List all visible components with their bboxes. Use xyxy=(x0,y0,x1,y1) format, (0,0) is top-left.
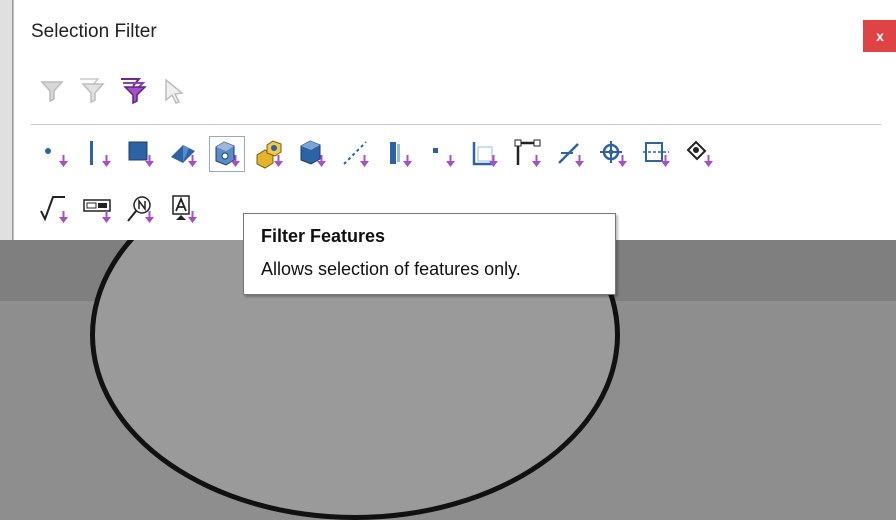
filter-vertices-button[interactable] xyxy=(36,135,74,173)
filter-components-icon xyxy=(300,140,326,167)
filter-surface-finish-icon xyxy=(40,196,68,223)
filter-row-geometry xyxy=(36,135,719,173)
filter-cosmetic-button[interactable] xyxy=(681,135,719,173)
window-title: Selection Filter xyxy=(31,21,157,42)
filter-sketch-corner-icon xyxy=(514,139,541,167)
filter-surface-bodies-icon xyxy=(171,145,197,167)
filter-sketch-segments-button[interactable] xyxy=(466,135,504,173)
toolbar-separator xyxy=(31,124,881,125)
filter-planes-icon xyxy=(390,142,412,167)
filter-curves-icon xyxy=(558,143,584,167)
filter-datum-icon xyxy=(172,195,197,223)
filter-sketch-corner-button[interactable] xyxy=(509,135,547,173)
filter-components-button[interactable] xyxy=(294,135,332,173)
filter-axes-button[interactable] xyxy=(337,135,375,173)
filter-multiple-icon xyxy=(79,77,105,103)
filter-origin-button[interactable] xyxy=(595,135,633,173)
filter-edges-button[interactable] xyxy=(79,135,117,173)
filter-solid-bodies-icon xyxy=(256,140,283,169)
filter-solid-bodies-button[interactable] xyxy=(251,135,289,173)
tooltip: Filter Features Allows selection of feat… xyxy=(243,213,616,295)
selection-filter-window: Selection Filter x xyxy=(13,0,896,240)
select-pointer-icon xyxy=(164,77,184,104)
filter-ref-plane-icon xyxy=(643,142,670,167)
filter-icon xyxy=(39,80,64,102)
filter-faces-button[interactable] xyxy=(122,135,160,173)
tooltip-body: Allows selection of features only. xyxy=(261,259,521,279)
toggle-filter-multiple-button[interactable] xyxy=(77,75,108,106)
filter-curves-button[interactable] xyxy=(552,135,590,173)
filter-ref-plane-button[interactable] xyxy=(638,135,676,173)
filter-features-button[interactable] xyxy=(208,135,246,173)
filter-notes-button[interactable] xyxy=(122,191,160,229)
filter-surface-bodies-button[interactable] xyxy=(165,135,203,173)
filter-dimensions-button[interactable] xyxy=(79,191,117,229)
filter-faces-icon xyxy=(128,141,154,167)
filter-dimensions-icon xyxy=(83,199,111,223)
filter-notes-icon xyxy=(127,196,154,223)
tooltip-title: Filter Features xyxy=(261,226,386,246)
filter-edges-icon xyxy=(90,141,111,167)
filter-toolbar xyxy=(36,75,190,106)
toggle-filter-active-button[interactable] xyxy=(118,75,149,106)
select-pointer-button[interactable] xyxy=(159,75,190,106)
filter-datum-button[interactable] xyxy=(165,191,203,229)
filter-sketch-points-icon xyxy=(433,148,455,167)
filter-surface-finish-button[interactable] xyxy=(36,191,74,229)
filter-row-annotations xyxy=(36,191,203,229)
filter-active-icon xyxy=(120,77,147,104)
filter-sketch-points-button[interactable] xyxy=(423,135,461,173)
filter-origin-icon xyxy=(600,141,627,167)
filter-sketch-segments-icon xyxy=(472,142,498,167)
filter-vertices-icon xyxy=(45,148,68,167)
close-button[interactable]: x xyxy=(863,20,896,52)
toggle-filter-button[interactable] xyxy=(36,75,67,106)
filter-cosmetic-icon xyxy=(686,140,713,167)
filter-axes-icon xyxy=(343,141,369,167)
title-bar[interactable]: Selection Filter x xyxy=(14,0,896,66)
filter-planes-button[interactable] xyxy=(380,135,418,173)
filter-features-icon xyxy=(215,141,240,167)
